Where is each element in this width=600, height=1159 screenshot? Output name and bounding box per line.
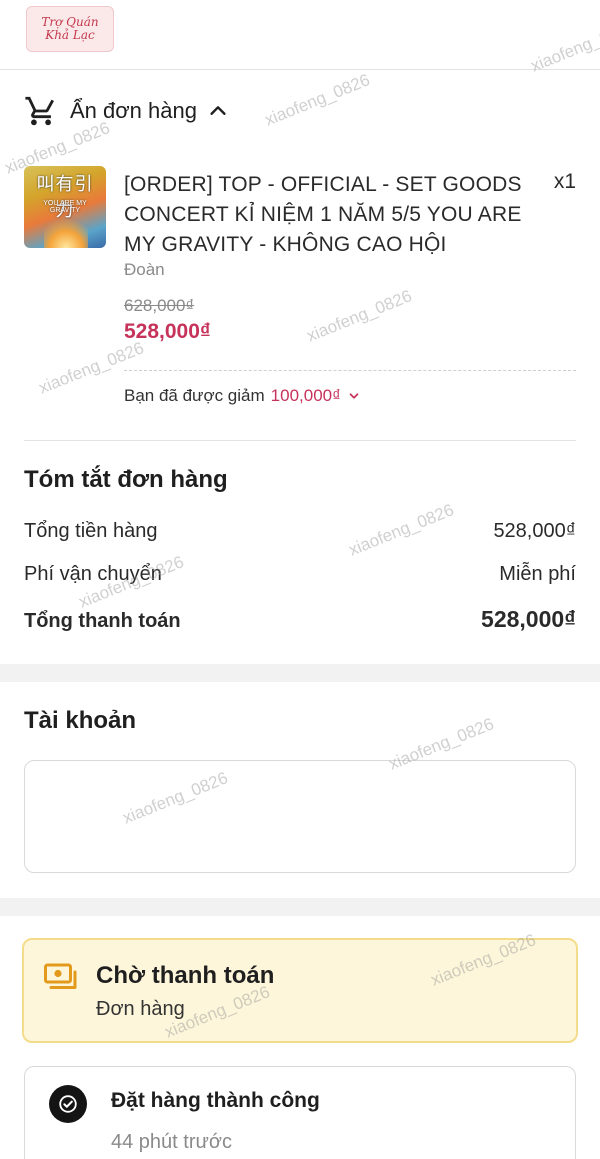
order-item: 叫有引力 YOU ARE MY GRAVITY [ORDER] TOP - OF… bbox=[24, 166, 576, 386]
discount-amount: 100,000₫ bbox=[270, 386, 341, 405]
account-box[interactable] bbox=[24, 760, 576, 873]
payment-status-subtitle: Đơn hàng bbox=[96, 998, 185, 1020]
sale-price: 528,000₫ bbox=[124, 320, 211, 343]
total-label: Tổng thanh toán bbox=[24, 610, 181, 632]
summary-row-subtotal: Tổng tiền hàng 528,000₫ bbox=[24, 520, 576, 543]
watermark: xiaofeng_0826 bbox=[262, 70, 373, 130]
payment-status-title: Chờ thanh toán bbox=[96, 962, 275, 989]
checkmark-icon bbox=[59, 1095, 77, 1113]
summary-row-shipping: Phí vận chuyển Miễn phí bbox=[24, 563, 576, 586]
dashed-divider bbox=[124, 370, 576, 371]
product-title: [ORDER] TOP - OFFICIAL - SET GOODS CONCE… bbox=[124, 173, 522, 256]
total-value: 528,000₫ bbox=[481, 606, 576, 632]
product-quantity: x1 bbox=[553, 170, 576, 193]
section-separator bbox=[0, 898, 600, 916]
subtotal-label: Tổng tiền hàng bbox=[24, 520, 158, 542]
chevron-down-icon bbox=[349, 393, 359, 399]
product-thumbnail[interactable]: 叫有引力 YOU ARE MY GRAVITY bbox=[24, 166, 106, 248]
store-logo[interactable]: Trợ Quán Khả Lạc bbox=[26, 6, 114, 52]
cash-icon bbox=[44, 963, 77, 989]
hide-order-label: Ẩn đơn hàng bbox=[70, 98, 197, 123]
hide-order-toggle[interactable]: Ẩn đơn hàng bbox=[24, 94, 229, 128]
check-circle-icon bbox=[49, 1085, 87, 1123]
payment-status-card: Chờ thanh toán Đơn hàng bbox=[22, 938, 578, 1043]
summary-title: Tóm tắt đơn hàng bbox=[24, 466, 228, 493]
product-variant: Đoàn bbox=[124, 260, 165, 279]
section-separator bbox=[0, 664, 600, 682]
shipping-label: Phí vận chuyển bbox=[24, 563, 162, 585]
timeline-event-title: Đặt hàng thành công bbox=[111, 1089, 320, 1112]
discount-toggle[interactable]: Bạn đã được giảm 100,000₫ bbox=[124, 386, 361, 406]
chevron-up-icon bbox=[210, 106, 226, 115]
order-timeline: Đặt hàng thành công 44 phút trước bbox=[24, 1066, 576, 1159]
original-price: 628,000₫ bbox=[124, 296, 195, 315]
timeline-event-time: 44 phút trước bbox=[111, 1131, 233, 1153]
discount-label: Bạn đã được giảm bbox=[124, 386, 265, 405]
account-title: Tài khoản bbox=[24, 707, 137, 734]
shipping-value: Miễn phí bbox=[499, 563, 576, 585]
summary-row-total: Tổng thanh toán 528,000₫ bbox=[24, 606, 576, 633]
divider bbox=[24, 440, 576, 441]
subtotal-value: 528,000₫ bbox=[493, 520, 576, 542]
thumbnail-art bbox=[44, 212, 88, 248]
cart-icon bbox=[25, 96, 54, 126]
top-bar: Trợ Quán Khả Lạc bbox=[0, 0, 600, 70]
